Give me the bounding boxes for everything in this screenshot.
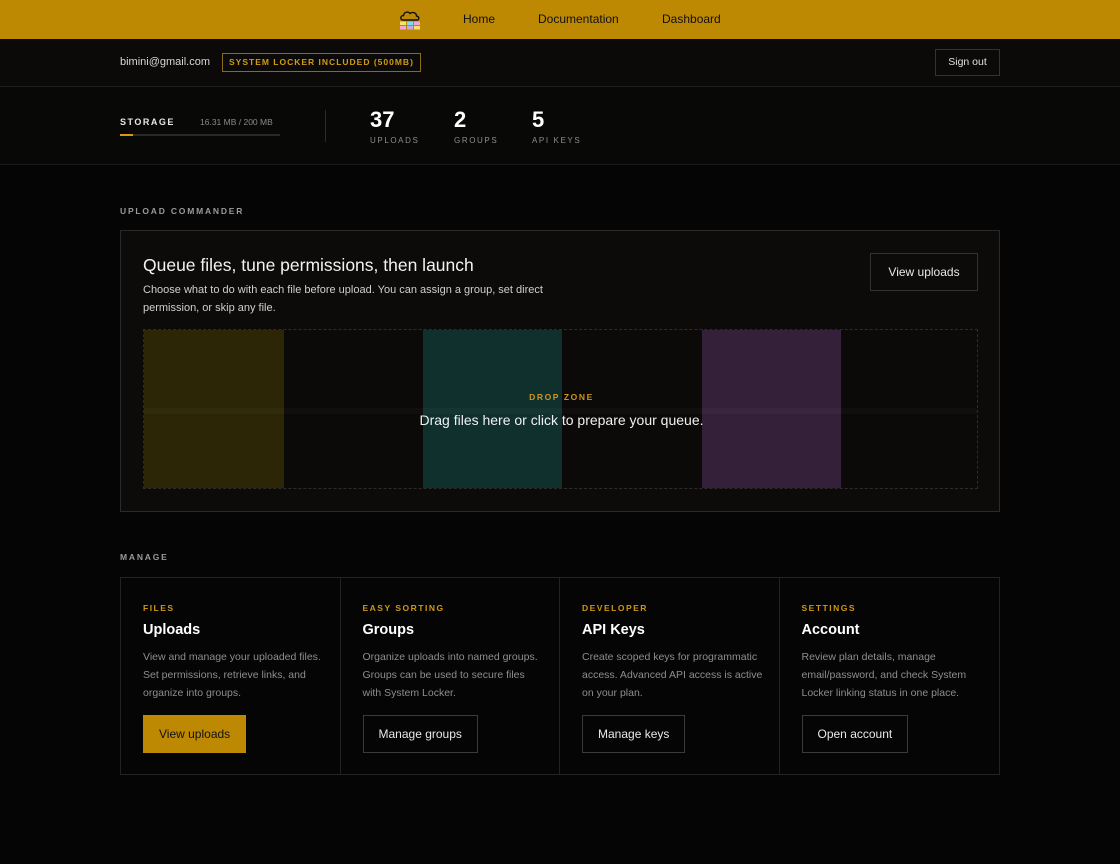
groups-card: EASY SORTING Groups Organize uploads int… xyxy=(341,578,560,774)
groups-count: 2 xyxy=(454,107,467,132)
stats-divider xyxy=(325,110,326,142)
top-nav: Home Documentation Dashboard xyxy=(0,0,1120,39)
manage-heading: MANAGE xyxy=(120,552,169,562)
cloud-logo-icon[interactable] xyxy=(398,7,422,31)
groups-label: GROUPS xyxy=(454,136,499,145)
card-title: Groups xyxy=(362,622,415,638)
card-description: Create scoped keys for programmatic acce… xyxy=(582,651,763,699)
uploads-count: 37 xyxy=(370,107,395,132)
card-eyebrow: FILES xyxy=(143,603,175,613)
account-bar: bimini@gmail.com SYSTEM LOCKER INCLUDED … xyxy=(0,39,1120,87)
drop-zone[interactable]: DROP ZONE Drag files here or click to pr… xyxy=(143,329,978,489)
manage-groups-button[interactable]: Manage groups xyxy=(362,715,478,753)
storage-progress-bar xyxy=(120,134,280,136)
open-account-button[interactable]: Open account xyxy=(801,715,909,753)
drop-zone-text: Drag files here or click to prepare your… xyxy=(419,412,704,428)
sign-out-button[interactable]: Sign out xyxy=(935,49,1000,76)
card-description: Review plan details, manage email/passwo… xyxy=(801,651,967,699)
card-eyebrow: SETTINGS xyxy=(801,603,857,613)
uploads-card: FILES Uploads View and manage your uploa… xyxy=(121,578,341,774)
card-title: Uploads xyxy=(143,622,201,638)
card-description: Organize uploads into named groups. Grou… xyxy=(362,651,538,699)
manage-cards: FILES Uploads View and manage your uploa… xyxy=(120,577,1000,775)
user-email: bimini@gmail.com xyxy=(120,56,211,68)
nav-documentation-link[interactable]: Documentation xyxy=(538,12,619,26)
view-uploads-button[interactable]: View uploads xyxy=(870,253,978,291)
manage-keys-button[interactable]: Manage keys xyxy=(582,715,686,753)
storage-progress-fill xyxy=(120,134,134,136)
stats-bar: STORAGE 16.31 MB / 200 MB 37 UPLOADS 2 G… xyxy=(0,87,1120,165)
nav-dashboard-link[interactable]: Dashboard xyxy=(662,12,721,26)
commander-title: Queue files, tune permissions, then laun… xyxy=(143,255,474,275)
api-keys-count: 5 xyxy=(532,107,545,132)
account-card: SETTINGS Account Review plan details, ma… xyxy=(780,578,1000,774)
upload-commander-panel: Queue files, tune permissions, then laun… xyxy=(120,230,1000,512)
api-keys-label: API KEYS xyxy=(532,136,582,145)
card-title: API Keys xyxy=(582,622,645,638)
system-locker-badge: SYSTEM LOCKER INCLUDED (500MB) xyxy=(222,53,421,72)
commander-description: Choose what to do with each file before … xyxy=(143,284,543,314)
upload-commander-heading: UPLOAD COMMANDER xyxy=(120,206,245,216)
storage-label: STORAGE xyxy=(120,117,175,127)
card-description: View and manage your uploaded files. Set… xyxy=(143,651,321,699)
drop-zone-label: DROP ZONE xyxy=(529,392,594,402)
card-eyebrow: DEVELOPER xyxy=(582,603,648,613)
card-title: Account xyxy=(801,622,860,638)
api-keys-card: DEVELOPER API Keys Create scoped keys fo… xyxy=(560,578,780,774)
card-eyebrow: EASY SORTING xyxy=(362,603,445,613)
nav-home-link[interactable]: Home xyxy=(463,12,495,26)
card-view-uploads-button[interactable]: View uploads xyxy=(143,715,247,753)
storage-value: 16.31 MB / 200 MB xyxy=(200,117,273,127)
uploads-label: UPLOADS xyxy=(370,136,420,145)
